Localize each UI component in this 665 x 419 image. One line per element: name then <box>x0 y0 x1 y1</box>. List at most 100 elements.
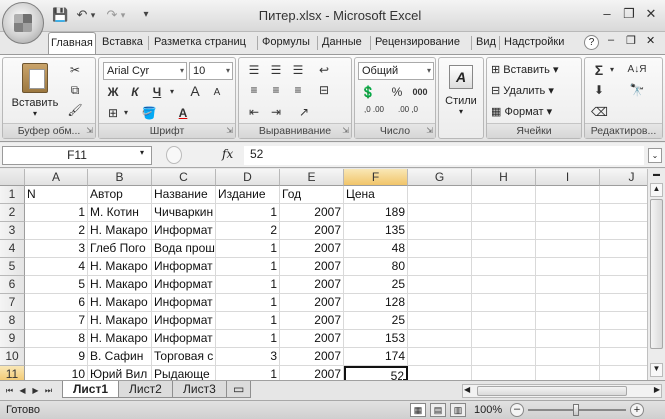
table-cell[interactable]: Издание <box>216 186 280 204</box>
grow-font-button[interactable]: A <box>187 83 203 99</box>
table-cell[interactable]: 2007 <box>280 276 344 294</box>
table-cell[interactable] <box>408 222 472 240</box>
tab-review[interactable]: Рецензирование <box>373 32 462 54</box>
table-cell[interactable] <box>408 330 472 348</box>
tab-insert[interactable]: Вставка <box>100 32 145 54</box>
table-cell[interactable]: 2007 <box>280 294 344 312</box>
table-cell[interactable] <box>536 366 600 380</box>
table-cell[interactable] <box>536 258 600 276</box>
row-header[interactable]: 6 <box>0 276 25 294</box>
table-cell[interactable]: 1 <box>216 276 280 294</box>
save-icon[interactable]: 💾 <box>52 7 68 23</box>
name-box[interactable]: F11 <box>2 146 152 165</box>
table-cell[interactable]: 1 <box>216 366 280 380</box>
align-top-icon[interactable]: ☰ <box>245 62 263 78</box>
table-cell[interactable]: Чичваркин <box>152 204 216 222</box>
table-cell[interactable]: Н. Макаро <box>88 276 152 294</box>
table-cell[interactable] <box>408 240 472 258</box>
table-cell[interactable]: 189 <box>344 204 408 222</box>
table-cell[interactable]: Автор <box>88 186 152 204</box>
thousands-button[interactable]: 000 <box>409 84 431 100</box>
workbook-close-icon[interactable]: ✕ <box>646 34 655 47</box>
table-cell[interactable]: 1 <box>216 312 280 330</box>
split-handle[interactable]: ▬ <box>650 171 663 181</box>
percent-button[interactable]: % <box>389 84 405 100</box>
table-cell[interactable] <box>472 348 536 366</box>
table-cell[interactable] <box>408 348 472 366</box>
column-header-i[interactable]: I <box>536 169 600 186</box>
table-cell[interactable] <box>536 186 600 204</box>
next-sheet-icon[interactable]: ▶ <box>30 385 41 397</box>
redo-dropdown-icon[interactable]: ▾ <box>118 7 128 23</box>
table-cell[interactable]: 5 <box>25 276 88 294</box>
table-cell[interactable] <box>472 186 536 204</box>
align-center-icon[interactable]: ≡ <box>267 82 285 98</box>
table-cell[interactable]: Название <box>152 186 216 204</box>
table-cell[interactable] <box>600 186 647 204</box>
orientation-icon[interactable]: ↗ <box>295 104 313 120</box>
table-cell[interactable]: 25 <box>344 276 408 294</box>
row-header[interactable]: 9 <box>0 330 25 348</box>
table-cell[interactable]: 1 <box>216 204 280 222</box>
table-cell[interactable]: 2 <box>216 222 280 240</box>
zoom-level[interactable]: 100% <box>474 404 502 416</box>
table-cell[interactable] <box>600 258 647 276</box>
table-cell[interactable] <box>536 276 600 294</box>
table-cell[interactable]: Год <box>280 186 344 204</box>
restore-button[interactable]: ❐ <box>620 6 638 22</box>
table-cell[interactable]: Н. Макаро <box>88 330 152 348</box>
table-cell[interactable] <box>600 330 647 348</box>
prev-sheet-icon[interactable]: ◀ <box>17 385 28 397</box>
tab-home[interactable]: Главная <box>48 32 96 54</box>
table-cell[interactable]: 2007 <box>280 312 344 330</box>
normal-view-icon[interactable]: ▦ <box>410 403 426 417</box>
table-cell[interactable] <box>408 312 472 330</box>
name-box-dropdown-icon[interactable]: ▾ <box>140 148 144 157</box>
table-cell[interactable]: Информат <box>152 312 216 330</box>
bold-button[interactable]: Ж <box>105 84 121 100</box>
table-cell[interactable] <box>408 204 472 222</box>
row-header[interactable]: 8 <box>0 312 25 330</box>
table-cell[interactable]: 80 <box>344 258 408 276</box>
table-cell[interactable] <box>408 186 472 204</box>
table-cell[interactable]: 2 <box>25 222 88 240</box>
column-header-b[interactable]: B <box>88 169 152 186</box>
tab-view[interactable]: Вид <box>474 32 498 54</box>
tab-page-layout[interactable]: Разметка страниц <box>152 32 248 54</box>
table-cell[interactable]: Глеб Пого <box>88 240 152 258</box>
table-cell[interactable] <box>536 312 600 330</box>
table-cell[interactable]: В. Сафин <box>88 348 152 366</box>
table-cell[interactable]: 1 <box>216 294 280 312</box>
dialog-launcher-icon[interactable]: ⇲ <box>86 126 93 135</box>
column-header-d[interactable]: D <box>216 169 280 186</box>
worksheet-grid[interactable]: A B C D E F G H I J 1 N Автор Название Издание Год Цена 2… <box>0 169 647 380</box>
align-right-icon[interactable]: ≡ <box>289 82 307 98</box>
vertical-scroll-thumb[interactable] <box>650 199 663 349</box>
insert-cells-button[interactable]: ⊞ Вставить ▾ <box>491 63 559 76</box>
row-header[interactable]: 11 <box>0 366 25 380</box>
table-cell[interactable]: Н. Макаро <box>88 312 152 330</box>
table-cell[interactable]: Цена <box>344 186 408 204</box>
table-cell[interactable]: 1 <box>25 204 88 222</box>
undo-dropdown-icon[interactable]: ▾ <box>88 7 98 23</box>
table-cell[interactable] <box>600 294 647 312</box>
styles-button[interactable]: A Стили ▾ <box>442 62 480 122</box>
table-cell[interactable]: 2007 <box>280 222 344 240</box>
horizontal-scrollbar[interactable]: ◀ ▶ <box>462 384 662 398</box>
font-color-icon[interactable]: A <box>175 105 191 121</box>
customize-toolbar-icon[interactable]: ▾ <box>138 7 154 23</box>
format-cells-button[interactable]: ▦ Формат ▾ <box>491 105 552 118</box>
row-header[interactable]: 4 <box>0 240 25 258</box>
table-cell[interactable] <box>536 222 600 240</box>
table-cell[interactable]: Н. Макаро <box>88 222 152 240</box>
column-header-c[interactable]: C <box>152 169 216 186</box>
fill-icon[interactable]: ⬇ <box>591 82 607 98</box>
table-cell[interactable]: N <box>25 186 88 204</box>
table-cell[interactable]: 6 <box>25 294 88 312</box>
table-cell[interactable]: Н. Макаро <box>88 258 152 276</box>
borders-icon[interactable]: ⊞ <box>105 105 121 121</box>
table-cell[interactable]: Информат <box>152 294 216 312</box>
align-left-icon[interactable]: ≡ <box>245 82 263 98</box>
table-cell[interactable]: 1 <box>216 240 280 258</box>
dialog-launcher-icon[interactable]: ⇲ <box>426 126 433 135</box>
